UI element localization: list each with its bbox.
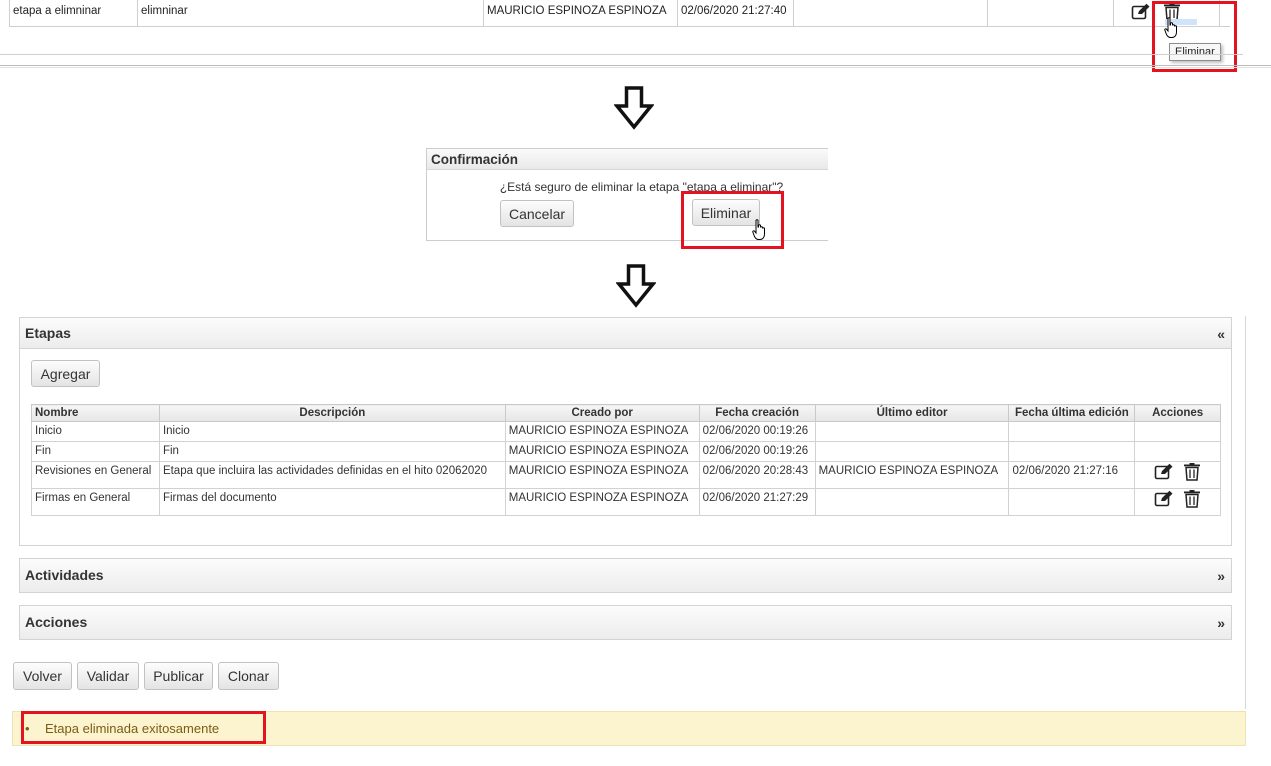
cell-fecha-edicion: 02/06/2020 21:27:16 (1008, 461, 1136, 489)
cell-nombre: Fin (31, 441, 160, 462)
highlight-confirm-button (681, 191, 784, 249)
cell-acciones (1134, 488, 1221, 516)
table-row: Inicio Inicio MAURICIO ESPINOZA ESPINOZA… (31, 421, 1221, 442)
back-button[interactable]: Volver (13, 662, 72, 690)
col-nombre[interactable]: Nombre (31, 404, 160, 422)
table-row: Fin Fin MAURICIO ESPINOZA ESPINOZA 02/06… (31, 441, 1221, 462)
add-stage-button[interactable]: Agregar (31, 360, 100, 387)
table-row: Firmas en General Firmas del documento M… (31, 488, 1221, 516)
collapse-icon[interactable]: « (1217, 318, 1225, 350)
expand-icon[interactable]: » (1217, 559, 1225, 594)
table-row: Revisiones en General Etapa que incluira… (31, 461, 1221, 489)
cancel-button[interactable]: Cancelar (500, 200, 574, 227)
table-header: Nombre Descripción Creado por Fecha crea… (31, 404, 1221, 422)
validate-button[interactable]: Validar (77, 662, 139, 690)
cell-fecha-edicion (1008, 441, 1136, 462)
cell-fecha-creacion: 02/06/2020 21:27:29 (698, 488, 816, 516)
edit-icon[interactable] (1154, 490, 1174, 515)
trash-icon[interactable] (1183, 462, 1201, 488)
highlight-success-notice (21, 711, 266, 744)
etapas-header[interactable]: Etapas « (19, 317, 1232, 349)
cell-ultimo-editor (814, 421, 1010, 442)
acciones-header[interactable]: Acciones » (19, 605, 1232, 640)
cell-fecha-creacion: 02/06/2020 20:28:43 (698, 461, 816, 489)
edit-icon[interactable] (1131, 3, 1151, 21)
cell-fecha-creacion: 02/06/2020 21:27:40 (678, 0, 794, 26)
cell-fecha-edicion (1008, 421, 1136, 442)
cell-acciones (1134, 461, 1221, 489)
col-ultimo-editor[interactable]: Último editor (814, 404, 1010, 422)
actividades-title: Actividades (25, 567, 104, 583)
cell-fecha-creacion: 02/06/2020 00:19:26 (698, 441, 816, 462)
edit-icon[interactable] (1154, 463, 1174, 488)
col-fecha-edicion[interactable]: Fecha última edición (1008, 404, 1136, 422)
cell-fecha-edicion (1008, 488, 1136, 516)
cell-nombre: Revisiones en General (31, 461, 160, 489)
cell-nombre: Inicio (31, 421, 160, 442)
highlight-delete-icon (1152, 1, 1237, 72)
cell-acciones (1134, 441, 1221, 462)
cell-ultimo-editor (814, 488, 1010, 516)
cell-nombre: etapa a elimninar (10, 0, 138, 26)
stages-table: Nombre Descripción Creado por Fecha crea… (31, 404, 1221, 516)
down-arrow-icon (613, 86, 655, 135)
publish-button[interactable]: Publicar (144, 662, 213, 690)
down-arrow-icon (615, 264, 657, 313)
cell-ultimo-editor: MAURICIO ESPINOZA ESPINOZA (814, 461, 1010, 489)
etapas-title: Etapas (25, 325, 71, 341)
cell-descripcion: elimninar (138, 0, 484, 26)
acciones-title: Acciones (25, 614, 88, 630)
cell-ultimo-editor (814, 441, 1010, 462)
trash-icon[interactable] (1183, 489, 1201, 515)
col-acciones: Acciones (1134, 404, 1221, 422)
cell-descripcion: Firmas del documento (158, 488, 506, 516)
cell-creado-por: MAURICIO ESPINOZA ESPINOZA (504, 488, 700, 516)
divider (0, 67, 1271, 68)
actividades-header[interactable]: Actividades » (19, 558, 1232, 593)
cell-creado-por: MAURICIO ESPINOZA ESPINOZA (504, 441, 700, 462)
divider (0, 54, 1243, 55)
cell-fecha-creacion: 02/06/2020 00:19:26 (698, 421, 816, 442)
cell-descripcion: Etapa que incluira las actividades defin… (158, 461, 506, 489)
cell-descripcion: Fin (158, 441, 506, 462)
cell-descripcion: Inicio (158, 421, 506, 442)
dialog-title: Confirmación (427, 149, 828, 170)
cell-creado-por: MAURICIO ESPINOZA ESPINOZA (484, 0, 678, 26)
col-creado-por[interactable]: Creado por (504, 404, 700, 422)
expand-icon[interactable]: » (1217, 606, 1225, 641)
col-descripcion[interactable]: Descripción (158, 404, 506, 422)
cell-acciones (1134, 421, 1221, 442)
cell-nombre: Firmas en General (31, 488, 160, 516)
deleted-stage-row: etapa a elimninar elimninar MAURICIO ESP… (9, 0, 1230, 27)
cell-creado-por: MAURICIO ESPINOZA ESPINOZA (504, 421, 700, 442)
divider (0, 65, 1271, 66)
cell-ultimo-editor (794, 0, 988, 26)
cell-creado-por: MAURICIO ESPINOZA ESPINOZA (504, 461, 700, 489)
cell-fecha-edicion (988, 0, 1114, 26)
col-fecha-creacion[interactable]: Fecha creación (698, 404, 816, 422)
clone-button[interactable]: Clonar (218, 662, 279, 690)
